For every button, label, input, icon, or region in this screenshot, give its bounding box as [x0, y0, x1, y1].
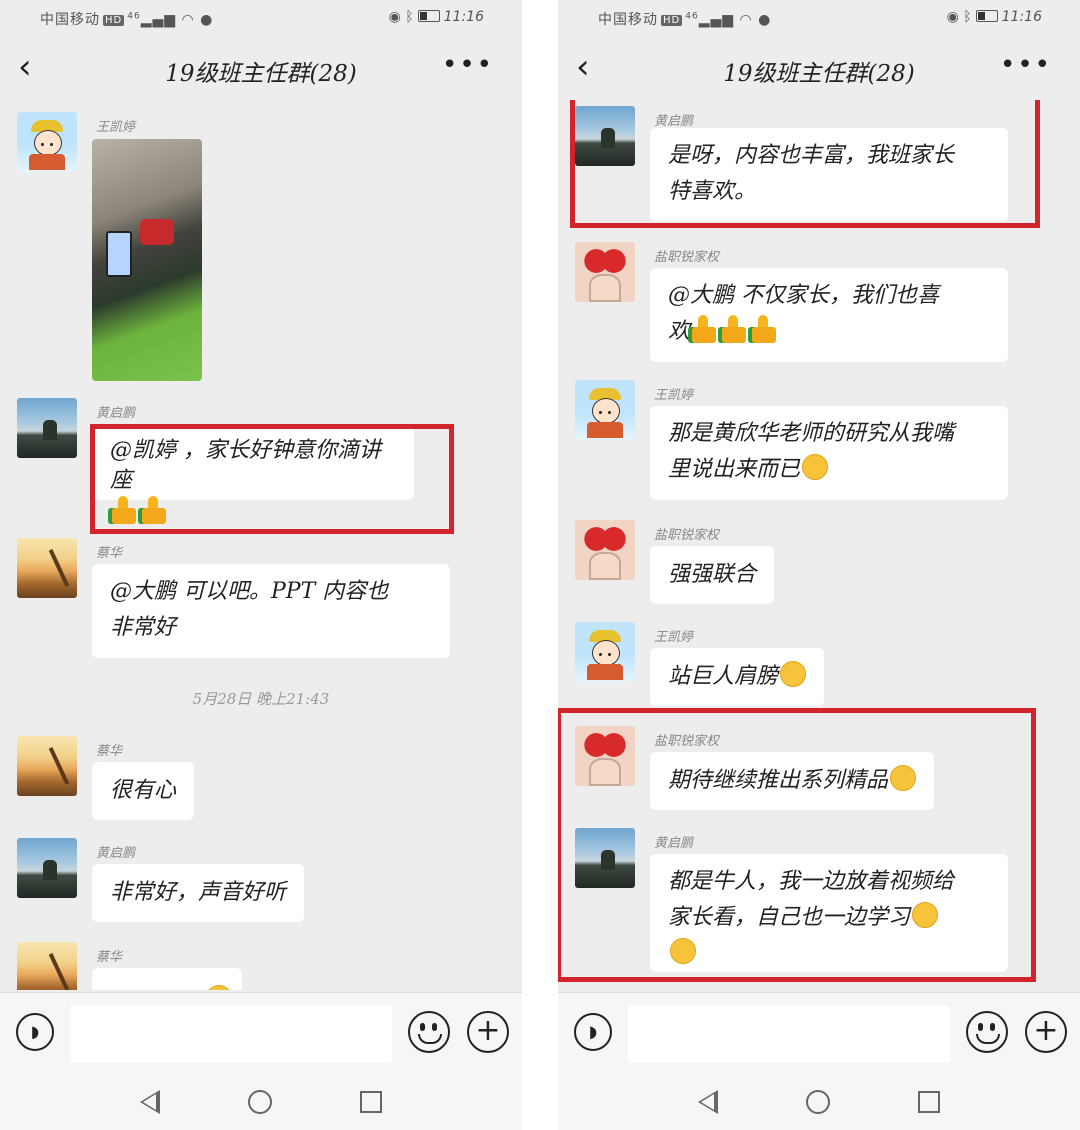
- sender-name: 王凯婷: [654, 630, 694, 645]
- highlight-box: [570, 100, 1040, 228]
- input-bar: ◗ +: [558, 992, 1080, 1077]
- message-text-line: 里说出来而已: [668, 457, 801, 482]
- message-text-line: 非常好: [110, 615, 177, 640]
- thumbs-up-emoji: [750, 315, 777, 343]
- status-bar: 中国移动 HD 46▂▄▆ ◠ ● ◉ ᛒ 11:16: [558, 0, 1080, 34]
- message-list[interactable]: 黄启鹏 是呀，内容也丰富，我班家长 特喜欢。 盐职锐家权 @大鹏 不仅家长，我们…: [558, 100, 1080, 990]
- sender-name: 蔡华: [96, 744, 123, 759]
- sender-name: 蔡华: [96, 546, 123, 561]
- more-dots-icon[interactable]: •••: [1000, 50, 1052, 80]
- sender-name: 盐职锐家权: [654, 250, 720, 265]
- chat-screen-right: 中国移动 HD 46▂▄▆ ◠ ● ◉ ᛒ 11:16 ‹ 19级班主任群(28) •…: [558, 0, 1080, 1130]
- signal-icon: ▂▄▆: [140, 12, 176, 28]
- thinking-emoji: [802, 454, 829, 480]
- message-text-line: 欢: [668, 319, 691, 344]
- title-bar: ‹ 19级班主任群(28) •••: [0, 36, 522, 100]
- back-triangle-icon[interactable]: [140, 1090, 160, 1114]
- message-input[interactable]: [628, 1005, 950, 1063]
- thumbs-up-emoji: [690, 315, 717, 343]
- avatar[interactable]: [575, 242, 635, 302]
- doge-emoji: [780, 661, 807, 687]
- status-bar: 中国移动 HD 46▂▄▆ ◠ ● ◉ ᛒ 11:16: [0, 0, 522, 34]
- carrier-label: 中国移动: [598, 12, 658, 28]
- sender-name: 黄启鹏: [96, 846, 136, 861]
- bluetooth-icon: ᛒ: [405, 9, 414, 25]
- avatar[interactable]: [575, 622, 635, 682]
- eye-icon: ◉: [388, 9, 401, 25]
- timestamp: 5月28日 晚上21:43: [192, 690, 330, 708]
- recents-square-icon[interactable]: [918, 1091, 940, 1113]
- avatar[interactable]: [575, 380, 635, 440]
- input-bar: ◗ +: [0, 992, 522, 1077]
- more-dots-icon[interactable]: •••: [442, 50, 494, 80]
- wifi-icon: ◠: [181, 12, 195, 28]
- bluetooth-icon: ᛒ: [963, 9, 972, 25]
- sender-name: 黄启鹏: [96, 406, 136, 421]
- message-bubble[interactable]: [92, 968, 242, 990]
- system-nav-bar: [0, 1076, 522, 1130]
- eye-icon: ◉: [946, 9, 959, 25]
- message-text: 强强联合: [668, 562, 757, 587]
- message-text-line: @大鹏 可以吧。PPT 内容也: [110, 579, 389, 604]
- smile-emoji: [206, 985, 232, 990]
- battery-icon: [975, 10, 998, 22]
- message-text: 非常好，声音好听: [110, 880, 287, 905]
- thumbs-up-emoji: [720, 315, 747, 343]
- message-status-icon: ●: [200, 12, 214, 28]
- hd-badge: HD: [661, 15, 683, 26]
- chat-screen-left: 中国移动 HD 46▂▄▆ ◠ ● ◉ ᛒ 11:16 ‹ 19级班主任群(28) •…: [0, 0, 522, 1130]
- plus-icon[interactable]: +: [1025, 1011, 1067, 1053]
- highlight-box: [558, 708, 1036, 982]
- signal-icon: ▂▄▆: [698, 12, 734, 28]
- back-triangle-icon[interactable]: [698, 1090, 718, 1114]
- clock: 11:16: [443, 9, 484, 25]
- message-bubble[interactable]: @大鹏 可以吧。PPT 内容也 非常好: [92, 564, 450, 658]
- photo-message[interactable]: [92, 139, 202, 381]
- message-bubble[interactable]: @大鹏 不仅家长，我们也喜 欢: [650, 268, 1008, 362]
- avatar[interactable]: [17, 942, 77, 990]
- avatar[interactable]: [17, 398, 77, 458]
- avatar[interactable]: [17, 736, 77, 796]
- title-bar: ‹ 19级班主任群(28) •••: [558, 36, 1080, 100]
- home-circle-icon[interactable]: [806, 1090, 830, 1114]
- sender-name: 王凯婷: [654, 388, 694, 403]
- avatar[interactable]: [17, 112, 77, 172]
- voice-icon[interactable]: ◗: [574, 1013, 612, 1051]
- voice-icon[interactable]: ◗: [16, 1013, 54, 1051]
- network-label: 46: [127, 11, 141, 22]
- message-bubble[interactable]: 那是黄欣华老师的研究从我嘴 里说出来而已: [650, 406, 1008, 500]
- battery-icon: [417, 10, 440, 22]
- emoji-icon[interactable]: [408, 1011, 450, 1053]
- message-bubble[interactable]: 强强联合: [650, 546, 775, 604]
- wifi-icon: ◠: [739, 12, 753, 28]
- highlight-box: [90, 424, 454, 534]
- avatar[interactable]: [17, 838, 77, 898]
- message-text: 站巨人肩膀: [668, 664, 779, 689]
- message-item: 王凯婷: [0, 112, 522, 381]
- system-nav-bar: [558, 1076, 1080, 1130]
- message-text: 很有心: [110, 778, 177, 803]
- message-bubble[interactable]: 站巨人肩膀: [650, 648, 825, 706]
- message-status-icon: ●: [758, 12, 772, 28]
- avatar[interactable]: [575, 520, 635, 580]
- sender-name: 蔡华: [96, 950, 123, 965]
- emoji-icon[interactable]: [966, 1011, 1008, 1053]
- message-bubble[interactable]: 非常好，声音好听: [92, 864, 305, 922]
- network-label: 46: [685, 11, 699, 22]
- clock: 11:16: [1001, 9, 1042, 25]
- avatar[interactable]: [17, 538, 77, 598]
- message-text-line: @大鹏 不仅家长，我们也喜: [668, 283, 939, 308]
- message-text-line: 那是黄欣华老师的研究从我嘴: [668, 421, 955, 446]
- message-bubble[interactable]: 很有心: [92, 762, 195, 820]
- plus-icon[interactable]: +: [467, 1011, 509, 1053]
- sender-name: 盐职锐家权: [654, 528, 720, 543]
- recents-square-icon[interactable]: [360, 1091, 382, 1113]
- sender-name: 王凯婷: [96, 120, 136, 135]
- home-circle-icon[interactable]: [248, 1090, 272, 1114]
- hd-badge: HD: [103, 15, 125, 26]
- carrier-label: 中国移动: [40, 12, 100, 28]
- message-input[interactable]: [70, 1005, 392, 1063]
- message-list[interactable]: 王凯婷 黄启鹏 @凯婷 ，家长好钟意你滴讲座 蔡华 @大鹏 可以吧。PPT 内容…: [0, 100, 522, 990]
